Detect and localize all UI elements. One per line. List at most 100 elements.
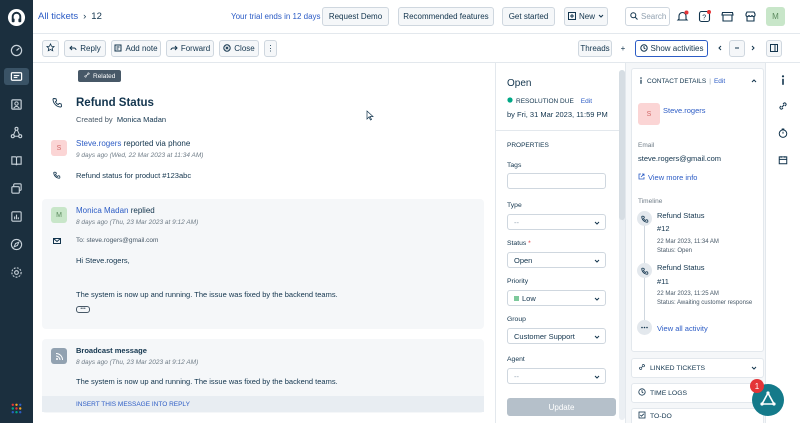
- get-started-button[interactable]: Get started: [502, 7, 555, 26]
- contact-name[interactable]: Steve.rogers: [663, 106, 706, 115]
- created-by: Created by Monica Madan: [76, 115, 166, 124]
- time-logs-title: TIME LOGS: [650, 389, 688, 397]
- ticket-subject: Refund Status: [76, 97, 154, 109]
- divider: [496, 130, 626, 131]
- message-author[interactable]: Steve.rogers: [76, 139, 121, 148]
- next-ticket-button[interactable]: [747, 40, 759, 57]
- tags-input[interactable]: [507, 173, 606, 189]
- insert-message-link[interactable]: INSERT THIS MESSAGE INTO REPLY: [42, 396, 484, 412]
- toggle-sidebar-button[interactable]: [766, 40, 782, 57]
- tickets-icon[interactable]: [4, 68, 29, 85]
- linked-tickets-title: LINKED TICKETS: [650, 364, 706, 372]
- more-options-button[interactable]: ⋮: [264, 40, 277, 57]
- forward-button[interactable]: Forward: [166, 40, 214, 57]
- reports-icon[interactable]: [8, 208, 25, 225]
- automation-icon[interactable]: [8, 124, 25, 141]
- close-ticket-button[interactable]: Close: [219, 40, 259, 57]
- store-icon[interactable]: [742, 8, 758, 24]
- minus-icon: [734, 44, 740, 53]
- apps-grid-icon[interactable]: [8, 400, 25, 417]
- reply-button[interactable]: Reply: [64, 40, 106, 57]
- admin-settings-icon[interactable]: [8, 264, 25, 281]
- view-all-activity-link[interactable]: View all activity: [657, 324, 708, 333]
- priority-value: Low: [522, 293, 536, 303]
- contact-info-icon[interactable]: [776, 73, 790, 87]
- status-select[interactable]: Open: [507, 252, 606, 268]
- minus-button[interactable]: [729, 40, 745, 57]
- show-quoted-text-button[interactable]: •••: [76, 306, 90, 313]
- email-icon: [53, 237, 61, 247]
- reply-card: M Monica Madan replied 8 days ago (Thu, …: [42, 199, 484, 329]
- trial-notice[interactable]: Your trial ends in 12 days: [231, 12, 321, 21]
- link-icon: [84, 72, 90, 80]
- show-activities-button[interactable]: Show activities: [635, 40, 708, 57]
- search-icon: [630, 11, 638, 22]
- broadcast-icon: [51, 348, 67, 364]
- related-badge[interactable]: Related: [78, 70, 122, 82]
- type-select[interactable]: --: [507, 214, 606, 230]
- todo-icon: [638, 411, 646, 421]
- request-demo-button[interactable]: Request Demo: [322, 7, 389, 26]
- agent-label: Agent: [507, 356, 525, 363]
- forums-icon[interactable]: [8, 180, 25, 197]
- contact-details-card: CONTACT DETAILS | Edit S Steve.rogers Em…: [631, 68, 764, 352]
- group-label: Group: [507, 316, 526, 323]
- clock-icon: [638, 388, 646, 398]
- user-avatar[interactable]: M: [766, 7, 785, 26]
- info-icon: [638, 77, 644, 86]
- edit-due-link[interactable]: Edit: [581, 98, 592, 105]
- timer-icon[interactable]: [776, 126, 790, 140]
- explore-icon[interactable]: [8, 236, 25, 253]
- priority-select[interactable]: Low: [507, 290, 606, 306]
- contacts-icon[interactable]: [8, 96, 25, 113]
- breadcrumb-separator: ›: [83, 11, 87, 22]
- chevron-up-icon[interactable]: [751, 77, 757, 86]
- related-label: Related: [93, 72, 116, 80]
- chevron-right-icon: [750, 44, 756, 53]
- close-circle-icon: [223, 43, 231, 54]
- search-box[interactable]: Search: [625, 7, 670, 26]
- knowledge-base-icon[interactable]: [8, 152, 25, 169]
- notifications-bell-icon[interactable]: [674, 8, 690, 24]
- time-logs-section[interactable]: TIME LOGS: [631, 383, 764, 403]
- type-label: Type: [507, 202, 522, 209]
- ticket-status-title: Open: [507, 78, 532, 89]
- view-more-link[interactable]: View more info: [638, 173, 697, 182]
- help-icon[interactable]: ?: [696, 8, 712, 24]
- ticket-number: 12: [91, 11, 102, 22]
- timeline-date: 22 Mar 2023, 11:25 AM: [657, 291, 719, 297]
- star-button[interactable]: [42, 40, 59, 57]
- freddy-bot-button[interactable]: 1: [750, 379, 784, 416]
- timeline-id: #12: [657, 224, 670, 233]
- previous-ticket-button[interactable]: [714, 40, 726, 57]
- threads-button[interactable]: Threads: [578, 40, 612, 57]
- message-author[interactable]: Monica Madan: [76, 206, 128, 215]
- add-thread-button[interactable]: +: [616, 40, 630, 57]
- marketplace-icon[interactable]: [719, 8, 735, 24]
- timeline-status: Status: Awaiting customer response: [657, 300, 753, 306]
- link-icon[interactable]: [776, 99, 790, 113]
- timeline-title[interactable]: Refund Status: [657, 211, 705, 220]
- new-button[interactable]: New: [564, 7, 608, 26]
- linked-tickets-section[interactable]: LINKED TICKETS: [631, 358, 764, 378]
- message-time: 9 days ago (Wed, 22 Mar 2023 at 11:34 AM…: [76, 152, 204, 159]
- created-by-prefix: Created by: [76, 115, 113, 124]
- todo-section[interactable]: TO-DO: [631, 408, 764, 423]
- dashboard-icon[interactable]: [8, 42, 25, 59]
- freshdesk-logo-icon[interactable]: [7, 8, 26, 27]
- timeline-title[interactable]: Refund Status: [657, 263, 705, 272]
- broadcast-title: Broadcast message: [76, 346, 147, 355]
- conversation-pane: Related Refund Status Created by Monica …: [33, 63, 495, 423]
- edit-contact-link[interactable]: Edit: [714, 78, 725, 85]
- update-button[interactable]: Update: [507, 398, 616, 416]
- add-note-button[interactable]: Add note: [111, 40, 161, 57]
- recommended-features-button[interactable]: Recommended features: [398, 7, 494, 26]
- agent-select[interactable]: --: [507, 368, 606, 384]
- phone-icon: [52, 97, 63, 110]
- forward-label: Forward: [180, 44, 211, 53]
- todo-list-icon[interactable]: [776, 153, 790, 167]
- apps-sidebar: [765, 63, 800, 423]
- message-to: To: steve.rogers@gmail.com: [76, 237, 159, 244]
- group-select[interactable]: Customer Support: [507, 328, 606, 344]
- all-tickets-link[interactable]: All tickets: [38, 11, 78, 22]
